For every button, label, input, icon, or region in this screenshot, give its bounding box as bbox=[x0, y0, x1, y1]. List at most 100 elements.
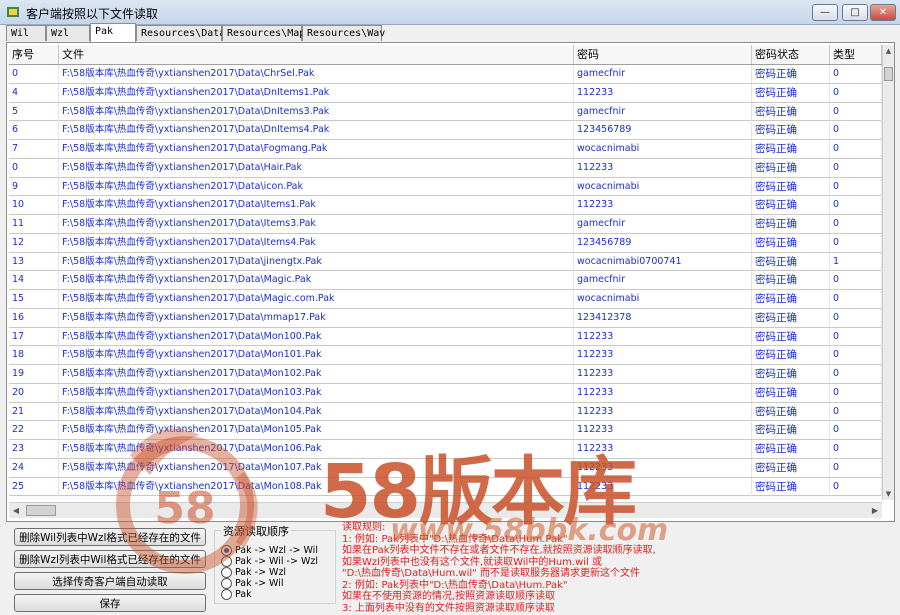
save-button[interactable]: 保存 bbox=[14, 594, 206, 612]
row-type: 0 bbox=[830, 83, 882, 102]
radio-icon[interactable] bbox=[221, 578, 232, 589]
delete-wil-duplicates-button[interactable]: 删除Wil列表中Wzl格式已经存在的文件 bbox=[14, 528, 206, 546]
horizontal-scrollbar[interactable]: ◀ ▶ bbox=[9, 502, 882, 518]
radio-icon[interactable] bbox=[221, 589, 232, 600]
header-password-status[interactable]: 密码状态 bbox=[752, 45, 830, 64]
row-index: 19 bbox=[9, 365, 59, 383]
radio-icon[interactable] bbox=[221, 567, 232, 578]
table-row[interactable]: 5 F:\58版本库\热血传奇\yxtianshen2017\Data\DnIte… bbox=[9, 102, 882, 122]
rules-line: 如果Wzl列表中也没有这个文件,就读取Wil中的Hum.wil 或 bbox=[342, 556, 603, 568]
horizontal-scroll-thumb[interactable] bbox=[26, 505, 56, 516]
header-file[interactable]: 文件 bbox=[59, 45, 574, 64]
table-row[interactable]: 12 F:\58版本库\热血传奇\yxtianshen2017\Data\Item… bbox=[9, 233, 882, 253]
row-file: F:\58版本库\热血传奇\yxtianshen2017\Data\Items4… bbox=[59, 233, 574, 252]
table-body: 0 F:\58版本库\热血传奇\yxtianshen2017\Data\ChrSe… bbox=[9, 65, 882, 497]
table-row[interactable]: 7 F:\58版本库\热血传奇\yxtianshen2017\Data\Fogma… bbox=[9, 140, 882, 159]
table-row[interactable]: 4 F:\58版本库\热血传奇\yxtianshen2017\Data\DnIte… bbox=[9, 83, 882, 103]
row-password: 112233 bbox=[574, 346, 752, 365]
minimize-button[interactable]: — bbox=[812, 4, 838, 21]
row-password: 112233 bbox=[574, 158, 752, 177]
rules-title: 读取规则: bbox=[342, 522, 386, 533]
row-file: F:\58版本库\热血传奇\yxtianshen2017\Data\Mon101… bbox=[59, 346, 574, 365]
row-password-status: 密码正确 bbox=[752, 458, 830, 477]
row-file: F:\58版本库\热血传奇\yxtianshen2017\Data\Mon107… bbox=[59, 458, 574, 477]
rules-line: 如果在Pak列表中文件不存在或者文件不存在,就按照资源读取顺序读取, bbox=[342, 545, 656, 556]
delete-wzl-duplicates-button[interactable]: 删除Wzl列表中Wil格式已经存在的文件 bbox=[14, 550, 206, 568]
table-row[interactable]: 22 F:\58版本库\热血传奇\yxtianshen2017\Data\Mon1… bbox=[9, 421, 882, 440]
table-row[interactable]: 18 F:\58版本库\热血传奇\yxtianshen2017\Data\Mon1… bbox=[9, 346, 882, 365]
row-index: 16 bbox=[9, 308, 59, 327]
row-password: wocacnimabi0700741 bbox=[574, 252, 752, 271]
table-row[interactable]: 21 F:\58版本库\热血传奇\yxtianshen2017\Data\Mon1… bbox=[9, 402, 882, 422]
row-password-status: 密码正确 bbox=[752, 252, 830, 271]
scroll-down-icon[interactable]: ▼ bbox=[883, 488, 894, 500]
row-password-status: 密码正确 bbox=[752, 271, 830, 290]
tab-wil[interactable]: Wil bbox=[6, 25, 46, 41]
tab-resources-wav[interactable]: Resources\Wav bbox=[302, 25, 385, 41]
table-row[interactable]: 0 F:\58版本库\热血传奇\yxtianshen2017\Data\ChrSe… bbox=[9, 65, 882, 84]
scroll-left-icon[interactable]: ◀ bbox=[9, 503, 23, 518]
row-password: 112233 bbox=[574, 196, 752, 215]
row-index: 25 bbox=[9, 477, 59, 496]
table-row[interactable]: 24 F:\58版本库\热血传奇\yxtianshen2017\Data\Mon1… bbox=[9, 458, 882, 478]
table-row[interactable]: 15 F:\58版本库\热血传奇\yxtianshen2017\Data\Magi… bbox=[9, 290, 882, 309]
row-password-status: 密码正确 bbox=[752, 65, 830, 83]
row-password-status: 密码正确 bbox=[752, 196, 830, 215]
row-type: 0 bbox=[830, 140, 882, 158]
tab-pak[interactable]: Pak bbox=[90, 23, 136, 42]
row-password: 123456789 bbox=[574, 121, 752, 140]
radio-selected-icon[interactable] bbox=[221, 545, 232, 556]
row-password: gamecfnir bbox=[574, 65, 752, 83]
row-file: F:\58版本库\热血传奇\yxtianshen2017\Data\mmap17… bbox=[59, 308, 574, 327]
table-row[interactable]: 11 F:\58版本库\热血传奇\yxtianshen2017\Data\Item… bbox=[9, 215, 882, 234]
row-index: 0 bbox=[9, 65, 59, 83]
table-row[interactable]: 20 F:\58版本库\热血传奇\yxtianshen2017\Data\Mon1… bbox=[9, 383, 882, 403]
table-row[interactable]: 16 F:\58版本库\热血传奇\yxtianshen2017\Data\mmap… bbox=[9, 308, 882, 328]
read-order-option-5[interactable]: Pak bbox=[221, 589, 252, 601]
header-password[interactable]: 密码 bbox=[574, 45, 752, 64]
row-index: 0 bbox=[9, 158, 59, 177]
vertical-scrollbar[interactable]: ▲ ▼ bbox=[882, 45, 894, 500]
row-file: F:\58版本库\热血传奇\yxtianshen2017\Data\Items3… bbox=[59, 215, 574, 233]
close-button[interactable]: ✕ bbox=[870, 4, 896, 21]
tab-wzl[interactable]: Wzl bbox=[46, 25, 90, 41]
tab-resources-map[interactable]: Resources\Map bbox=[222, 25, 305, 41]
table-row[interactable]: 10 F:\58版本库\热血传奇\yxtianshen2017\Data\Item… bbox=[9, 196, 882, 215]
row-type: 0 bbox=[830, 177, 882, 196]
radio-icon[interactable] bbox=[221, 556, 232, 567]
row-file: F:\58版本库\热血传奇\yxtianshen2017\Data\Hair.P… bbox=[59, 158, 574, 177]
row-type: 0 bbox=[830, 421, 882, 440]
row-index: 24 bbox=[9, 458, 59, 477]
table-row[interactable]: 19 F:\58版本库\热血传奇\yxtianshen2017\Data\Mon1… bbox=[9, 365, 882, 384]
file-table: 序号 文件 密码 密码状态 类型 0 F:\58版本库\热血传奇\yxtiansh… bbox=[9, 45, 882, 500]
scroll-right-icon[interactable]: ▶ bbox=[868, 503, 882, 518]
table-row[interactable]: 9 F:\58版本库\热血传奇\yxtianshen2017\Data\icon.… bbox=[9, 177, 882, 197]
header-type[interactable]: 类型 bbox=[830, 45, 882, 64]
row-type: 1 bbox=[830, 252, 882, 271]
row-index: 21 bbox=[9, 402, 59, 421]
scroll-up-icon[interactable]: ▲ bbox=[883, 45, 894, 57]
row-password-status: 密码正确 bbox=[752, 290, 830, 308]
row-file: F:\58版本库\热血传奇\yxtianshen2017\Data\Mon100… bbox=[59, 327, 574, 346]
table-row[interactable]: 6 F:\58版本库\热血传奇\yxtianshen2017\Data\DnIte… bbox=[9, 121, 882, 140]
row-file: F:\58版本库\热血传奇\yxtianshen2017\Data\Mon106… bbox=[59, 440, 574, 458]
table-row[interactable]: 17 F:\58版本库\热血传奇\yxtianshen2017\Data\Mon1… bbox=[9, 327, 882, 347]
table-row[interactable]: 14 F:\58版本库\热血传奇\yxtianshen2017\Data\Magi… bbox=[9, 271, 882, 290]
auto-read-client-button[interactable]: 选择传奇客户端自动读取 bbox=[14, 572, 206, 590]
row-type: 0 bbox=[830, 233, 882, 252]
maximize-button[interactable]: □ bbox=[842, 4, 868, 21]
row-file: F:\58版本库\热血传奇\yxtianshen2017\Data\DnItem… bbox=[59, 121, 574, 140]
table-row[interactable]: 13 F:\58版本库\热血传奇\yxtianshen2017\Data\jine… bbox=[9, 252, 882, 272]
row-type: 0 bbox=[830, 365, 882, 383]
row-type: 0 bbox=[830, 102, 882, 121]
table-row[interactable]: 0 F:\58版本库\热血传奇\yxtianshen2017\Data\Hair.… bbox=[9, 158, 882, 178]
row-index: 11 bbox=[9, 215, 59, 233]
vertical-scroll-thumb[interactable] bbox=[884, 67, 893, 81]
row-type: 0 bbox=[830, 196, 882, 215]
table-row[interactable]: 25 F:\58版本库\热血传奇\yxtianshen2017\Data\Mon1… bbox=[9, 477, 882, 497]
rules-line: "D:\热血传奇\Data\Hum.wil" 而不是读取服务器请求更新这个文件 bbox=[342, 568, 640, 579]
header-index[interactable]: 序号 bbox=[9, 45, 59, 64]
row-file: F:\58版本库\热血传奇\yxtianshen2017\Data\Mon108… bbox=[59, 477, 574, 496]
table-row[interactable]: 23 F:\58版本库\热血传奇\yxtianshen2017\Data\Mon1… bbox=[9, 440, 882, 459]
tab-resources-data[interactable]: Resources\Data bbox=[136, 25, 225, 41]
